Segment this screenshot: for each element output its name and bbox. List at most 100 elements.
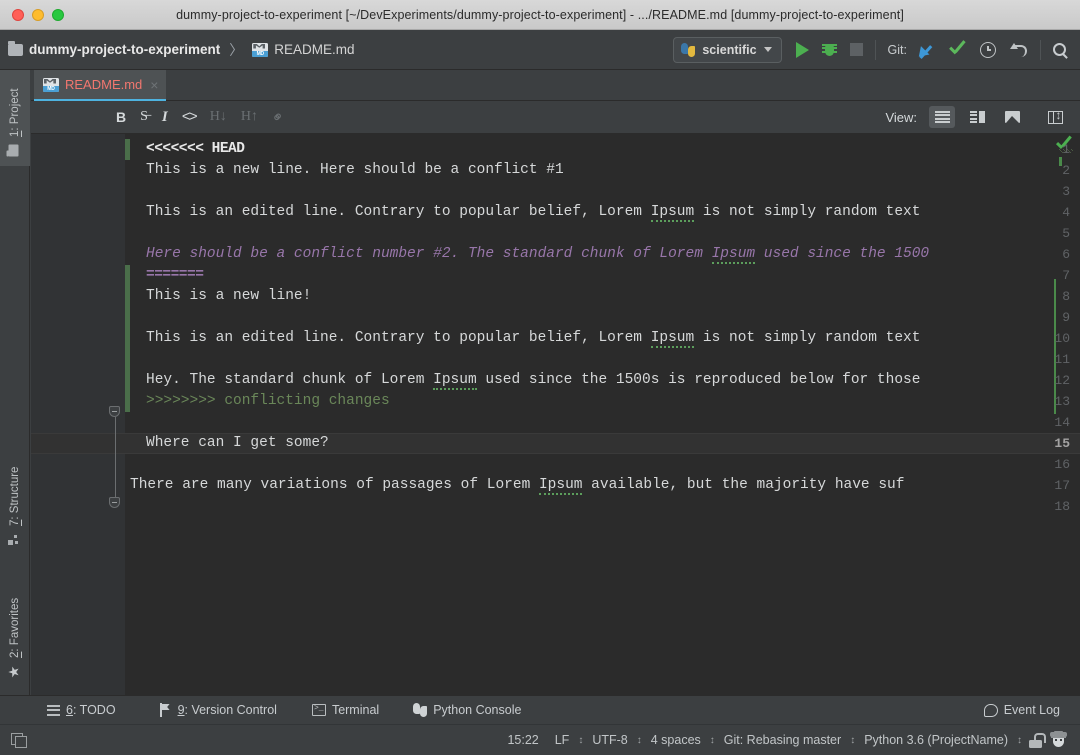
indent-arrows-icon: ↕ xyxy=(709,734,715,746)
code-text-area[interactable]: <<<<<<< HEAD This is a new line. Here sh… xyxy=(130,134,1080,695)
bottom-item-terminal[interactable]: Terminal xyxy=(311,703,380,717)
update-project-icon[interactable] xyxy=(917,41,934,58)
toolbar-divider xyxy=(874,39,876,60)
breadcrumb: dummy-project-to-experiment 〉 README.md xyxy=(8,40,355,60)
stop-icon xyxy=(849,43,863,56)
pycharm-window: dummy-project-to-experiment [~/DevExperi… xyxy=(0,0,1080,755)
status-bar-right: 15:22 LF ↕ UTF-8 ↕ 4 spaces ↕ Git: Rebas… xyxy=(499,731,1080,748)
code-fold-line xyxy=(114,417,116,497)
todo-label: : TODO xyxy=(72,703,116,717)
terminal-icon xyxy=(311,704,326,716)
code-line: This is an edited line. Contrary to popu… xyxy=(146,204,921,222)
sidebar-item-favorites[interactable]: ★ 2: Favorites xyxy=(0,570,30,688)
commit-checkmark-icon[interactable] xyxy=(948,42,966,58)
run-configuration-selector[interactable]: scientific xyxy=(673,36,782,63)
unlocked-icon[interactable] xyxy=(1029,732,1046,748)
spellcheck-word: Ipsum xyxy=(711,246,756,264)
bottom-item-event-log[interactable]: Event Log xyxy=(983,703,1060,717)
debug-icon[interactable] xyxy=(821,42,837,58)
header-down-button: H↓ xyxy=(209,109,227,124)
chevron-down-icon xyxy=(763,47,772,52)
code-line: Here should be a conflict number #2. The… xyxy=(146,246,930,264)
code-editor[interactable]: 1 2 3 4 5 6 7 8 9 10 11 12 13 14 15 16 1… xyxy=(31,134,1080,695)
line-number-gutter xyxy=(31,134,103,695)
run-icon[interactable] xyxy=(795,41,809,58)
bottom-item-version-control[interactable]: 9: Version Control xyxy=(159,703,277,717)
preview-image-icon xyxy=(1004,111,1020,123)
python-icon xyxy=(681,42,696,57)
sidebar-item-project[interactable]: 1: Project xyxy=(0,70,30,166)
lines-icon xyxy=(934,111,950,123)
run-configuration-name: scientific xyxy=(702,42,757,57)
markdown-toolbar: B S̶ I <> H↓ H↑ ⚭ View: xyxy=(31,101,1080,134)
window-title-bar: dummy-project-to-experiment [~/DevExperi… xyxy=(0,0,1080,30)
breadcrumb-file[interactable]: README.md xyxy=(274,42,354,57)
spellcheck-word: Ipsum xyxy=(538,477,583,495)
search-everywhere-icon[interactable] xyxy=(1053,43,1066,56)
spellcheck-word: Ipsum xyxy=(433,372,477,390)
view-sync-scroll-button[interactable] xyxy=(1042,106,1068,128)
todo-num: 6 xyxy=(66,703,73,717)
line-separator[interactable]: LF xyxy=(547,733,578,747)
close-icon[interactable]: × xyxy=(148,78,158,92)
sidebar-item-structure[interactable]: 7: Structure xyxy=(0,440,30,555)
italic-button[interactable]: I xyxy=(162,109,168,126)
bottom-tool-window-stripe: 6: TODO 9: Version Control Terminal Pyth… xyxy=(0,695,1080,724)
project-folder-icon xyxy=(8,144,22,157)
breadcrumb-project[interactable]: dummy-project-to-experiment xyxy=(29,42,220,57)
bold-button[interactable]: B xyxy=(116,109,126,125)
sync-scroll-icon xyxy=(1047,108,1063,124)
sidebar-item-project-label: : Project xyxy=(9,88,21,131)
code-line: There are many variations of passages of… xyxy=(130,477,905,495)
vcs-num: 9 xyxy=(177,703,185,717)
code-line: This is a new line! xyxy=(146,288,312,304)
spellcheck-word: Ipsum xyxy=(650,204,695,222)
view-preview-only-button[interactable] xyxy=(999,106,1025,128)
code-fold-marker[interactable] xyxy=(109,497,120,508)
editor-tab-bar: README.md × xyxy=(31,70,1080,101)
sidebar-item-project-num: 1 xyxy=(9,130,21,137)
status-bar: 15:22 LF ↕ UTF-8 ↕ 4 spaces ↕ Git: Rebas… xyxy=(0,724,1080,755)
sidebar-item-structure-num: 7 xyxy=(9,519,21,526)
folder-icon xyxy=(8,40,23,56)
file-encoding[interactable]: UTF-8 xyxy=(584,733,635,747)
rollback-icon[interactable] xyxy=(1010,42,1028,58)
todo-list-icon xyxy=(47,704,60,716)
vcs-label: : Version Control xyxy=(184,703,277,717)
breadcrumb-chevron-icon: 〉 xyxy=(229,41,244,58)
code-line-current: Where can I get some? xyxy=(146,435,329,451)
hector-inspection-icon[interactable] xyxy=(1050,731,1067,748)
git-controls xyxy=(917,41,1028,58)
encoding-arrows-icon: ↕ xyxy=(636,734,642,746)
tab-readme-md[interactable]: README.md × xyxy=(34,70,167,101)
python-interpreter[interactable]: Python 3.6 (ProjectName) xyxy=(856,733,1016,747)
line-separator-arrows-icon: ↕ xyxy=(578,734,584,746)
code-line: This is an edited line. Contrary to popu… xyxy=(146,330,921,348)
terminal-label: Terminal xyxy=(331,703,380,717)
main-toolbar: dummy-project-to-experiment 〉 README.md … xyxy=(0,30,1080,70)
bottom-item-python-console[interactable]: Python Console xyxy=(413,703,521,717)
event-log-label: Event Log xyxy=(1003,703,1060,717)
code-button[interactable]: <> xyxy=(182,109,198,126)
structure-icon xyxy=(9,534,22,545)
code-line: This is a new line. Here should be a con… xyxy=(146,162,564,178)
spellcheck-word: Ipsum xyxy=(650,330,695,348)
markdown-view-controls: View: xyxy=(885,106,1080,128)
code-fold-marker[interactable] xyxy=(109,406,120,417)
code-line: <<<<<<< HEAD xyxy=(146,141,245,157)
history-clock-icon[interactable] xyxy=(980,41,996,58)
tab-label: README.md xyxy=(65,77,143,92)
left-tool-window-stripe: 1: Project 7: Structure ★ 2: Favorites xyxy=(0,70,30,695)
view-editor-preview-button[interactable] xyxy=(964,106,990,128)
strikethrough-button[interactable]: S̶ xyxy=(140,109,148,125)
view-editor-only-button[interactable] xyxy=(929,106,955,128)
indent-setting[interactable]: 4 spaces xyxy=(643,733,709,747)
toggle-tool-windows-icon[interactable] xyxy=(11,733,27,748)
bottom-item-todo[interactable]: 6: TODO xyxy=(47,703,116,717)
vcs-arrows-icon: ↕ xyxy=(850,734,856,746)
sidebar-item-favorites-num: 2 xyxy=(9,651,21,658)
vcs-branch-status[interactable]: Git: Rebasing master xyxy=(716,733,849,747)
caret-position[interactable]: 15:22 xyxy=(499,733,546,747)
header-up-button: H↑ xyxy=(240,109,259,124)
window-title: dummy-project-to-experiment [~/DevExperi… xyxy=(176,7,904,22)
